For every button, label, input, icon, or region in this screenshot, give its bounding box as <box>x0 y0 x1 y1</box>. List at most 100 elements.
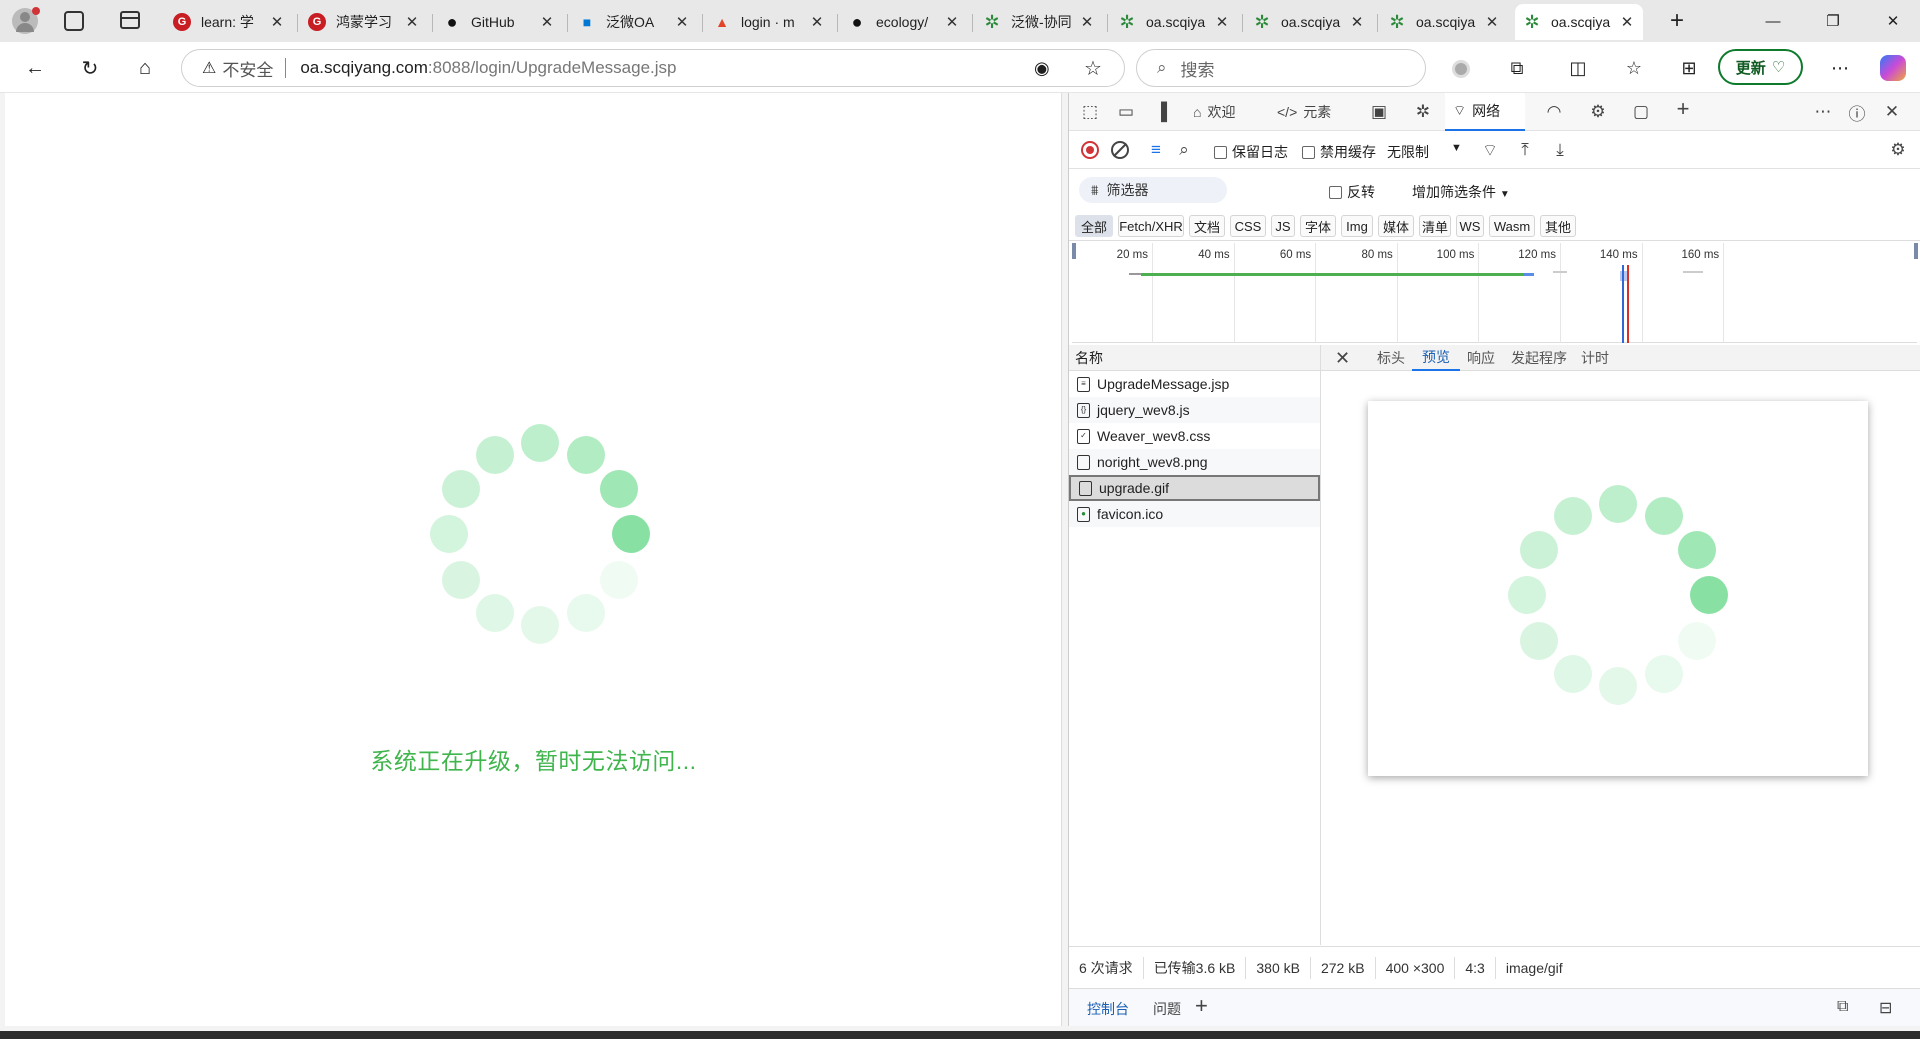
close-tab-icon[interactable]: ✕ <box>1214 13 1230 31</box>
tab-elements[interactable]: </> 元素 <box>1277 93 1347 131</box>
type-filter-11[interactable]: 其他 <box>1540 215 1576 237</box>
type-filter-5[interactable]: 字体 <box>1300 215 1336 237</box>
restore-button[interactable]: ❐ <box>1810 0 1856 42</box>
network-conditions-icon[interactable]: ⌔ <box>1477 137 1503 163</box>
minimize-button[interactable]: — <box>1750 0 1796 42</box>
name-column-header[interactable]: 名称 <box>1069 345 1320 371</box>
help-icon[interactable]: ⓘ <box>1844 99 1870 125</box>
close-window-button[interactable]: ✕ <box>1870 0 1916 42</box>
filter-toggle-icon[interactable]: ≡ <box>1143 137 1169 163</box>
favorite-star-icon[interactable]: ☆ <box>1084 56 1102 81</box>
browser-tab[interactable]: ✲ oa.scqiya ✕ <box>1245 6 1373 38</box>
browser-tab[interactable]: ✲ oa.scqiya ✕ <box>1380 6 1508 38</box>
sources-bug-icon[interactable]: ✲ <box>1410 99 1436 125</box>
request-row[interactable]: ✓ Weaver_wev8.css <box>1069 423 1320 449</box>
browser-tab[interactable]: ■ 泛微OA ✕ <box>570 6 698 38</box>
request-row[interactable]: upgrade.gif <box>1069 475 1320 501</box>
type-filter-6[interactable]: Img <box>1341 215 1373 237</box>
application-icon[interactable]: ▢ <box>1628 99 1654 125</box>
browser-tab[interactable]: ✲ oa.scqiya ✕ <box>1515 4 1643 40</box>
address-bar[interactable]: ⚠ 不安全 oa.scqiyang.com:8088/login/Upgrade… <box>181 49 1125 87</box>
update-button[interactable]: 更新 ♡ <box>1718 49 1803 85</box>
refresh-button[interactable]: ↻ <box>73 51 107 85</box>
close-tab-icon[interactable]: ✕ <box>809 13 825 31</box>
inspect-icon[interactable]: ⬚ <box>1077 99 1103 125</box>
request-row[interactable]: noright_wev8.png <box>1069 449 1320 475</box>
browser-tab[interactable]: Glearn: 学 ✕ <box>165 6 293 38</box>
clear-icon[interactable] <box>1111 141 1129 159</box>
close-tab-icon[interactable]: ✕ <box>944 13 960 31</box>
preview-tab-2[interactable]: 响应 <box>1467 345 1495 371</box>
type-filter-10[interactable]: Wasm <box>1489 215 1535 237</box>
split-screen-icon[interactable]: ◫ <box>1561 51 1595 85</box>
tab-welcome[interactable]: ⌂ 欢迎 <box>1193 93 1263 131</box>
export-har-icon[interactable]: ⤓ <box>1547 137 1573 163</box>
browser-tab[interactable]: ✲ oa.scqiya ✕ <box>1110 6 1238 38</box>
preview-tab-4[interactable]: 计时 <box>1581 345 1609 371</box>
network-settings-icon[interactable]: ⚙ <box>1885 137 1911 163</box>
close-tab-icon[interactable]: ✕ <box>1619 13 1635 31</box>
close-tab-icon[interactable]: ✕ <box>539 13 555 31</box>
preview-tab-1[interactable]: 预览 <box>1412 345 1460 371</box>
add-tool-icon[interactable]: + <box>1670 96 1696 122</box>
copilot-icon[interactable] <box>1880 55 1906 81</box>
more-menu-icon[interactable]: ⋯ <box>1823 51 1857 85</box>
search-box[interactable]: ⌕ 搜索 <box>1136 49 1426 87</box>
filter-input[interactable]: ⩩ 筛选器 <box>1079 177 1227 203</box>
more-filters-dropdown[interactable]: 增加筛选条件 ▼ <box>1412 182 1510 202</box>
close-tab-icon[interactable]: ✕ <box>674 13 690 31</box>
collections-icon[interactable]: ⊞ <box>1672 51 1706 85</box>
browser-tab[interactable]: ● GitHub ✕ <box>435 6 563 38</box>
request-row[interactable]: {} jquery_wev8.js <box>1069 397 1320 423</box>
close-preview-icon[interactable]: ✕ <box>1335 345 1350 371</box>
browser-tab[interactable]: G 鸿蒙学习 ✕ <box>300 6 428 38</box>
home-button[interactable]: ⌂ <box>128 51 162 85</box>
browser-tab[interactable]: ● ecology/ ✕ <box>840 6 968 38</box>
type-filter-8[interactable]: 清单 <box>1419 215 1451 237</box>
browser-tab[interactable]: ✲ 泛微-协同 ✕ <box>975 6 1103 38</box>
close-tab-icon[interactable]: ✕ <box>404 13 420 31</box>
tab-issues[interactable]: 问题 <box>1153 999 1181 1019</box>
extension-status-icon[interactable] <box>1452 60 1470 78</box>
tab-network[interactable]: ⌔ 网络 <box>1445 93 1525 131</box>
undock-drawer-icon[interactable]: ⧉ <box>1837 998 1848 1016</box>
devtools-more-icon[interactable]: ⋯ <box>1810 99 1836 125</box>
type-filter-7[interactable]: 媒体 <box>1378 215 1414 237</box>
device-emulation-icon[interactable]: ▭ <box>1113 99 1139 125</box>
tab-console[interactable]: 控制台 <box>1087 999 1129 1019</box>
back-button[interactable]: ← <box>18 51 52 85</box>
throttling-select[interactable]: 无限制 ▼ <box>1387 142 1467 162</box>
request-row[interactable]: ● favicon.ico <box>1069 501 1320 527</box>
type-filter-2[interactable]: 文档 <box>1189 215 1225 237</box>
add-drawer-tool-icon[interactable]: + <box>1195 993 1208 1019</box>
close-tab-icon[interactable]: ✕ <box>1349 13 1365 31</box>
close-tab-icon[interactable]: ✕ <box>1079 13 1095 31</box>
browser-tab[interactable]: ▲ login · m ✕ <box>705 6 833 38</box>
type-filter-9[interactable]: WS <box>1456 215 1484 237</box>
extensions-icon[interactable]: ⧉ <box>1500 51 1534 85</box>
type-filter-1[interactable]: Fetch/XHR <box>1118 215 1184 237</box>
request-row[interactable]: ≡ UpgradeMessage.jsp <box>1069 371 1320 397</box>
preview-tab-0[interactable]: 标头 <box>1377 345 1405 371</box>
dock-icon[interactable]: ▐ <box>1148 99 1174 125</box>
immersive-reader-icon[interactable]: ◉ <box>1034 58 1050 79</box>
type-filter-4[interactable]: JS <box>1271 215 1295 237</box>
close-drawer-icon[interactable]: ⊟ <box>1879 998 1892 1018</box>
close-tab-icon[interactable]: ✕ <box>1484 13 1500 31</box>
profile-avatar[interactable] <box>12 7 40 34</box>
close-tab-icon[interactable]: ✕ <box>269 13 285 31</box>
invert-checkbox[interactable]: 反转 <box>1329 182 1375 202</box>
preview-tab-3[interactable]: 发起程序 <box>1511 345 1567 371</box>
close-devtools-icon[interactable]: ✕ <box>1879 99 1905 125</box>
favorites-icon[interactable]: ☆ <box>1617 51 1651 85</box>
disable-cache-checkbox[interactable]: 禁用缓存 <box>1302 142 1376 162</box>
vertical-tabs-icon[interactable] <box>120 11 140 29</box>
preserve-log-checkbox[interactable]: 保留日志 <box>1214 142 1288 162</box>
type-filter-3[interactable]: CSS <box>1230 215 1266 237</box>
new-tab-button[interactable]: + <box>1654 0 1700 42</box>
search-network-icon[interactable]: ⌕ <box>1171 137 1197 163</box>
record-icon[interactable] <box>1081 141 1099 159</box>
workspaces-icon[interactable] <box>64 11 84 31</box>
settings-gear-icon[interactable]: ⚙ <box>1585 99 1611 125</box>
performance-icon[interactable]: ◠ <box>1541 99 1567 125</box>
